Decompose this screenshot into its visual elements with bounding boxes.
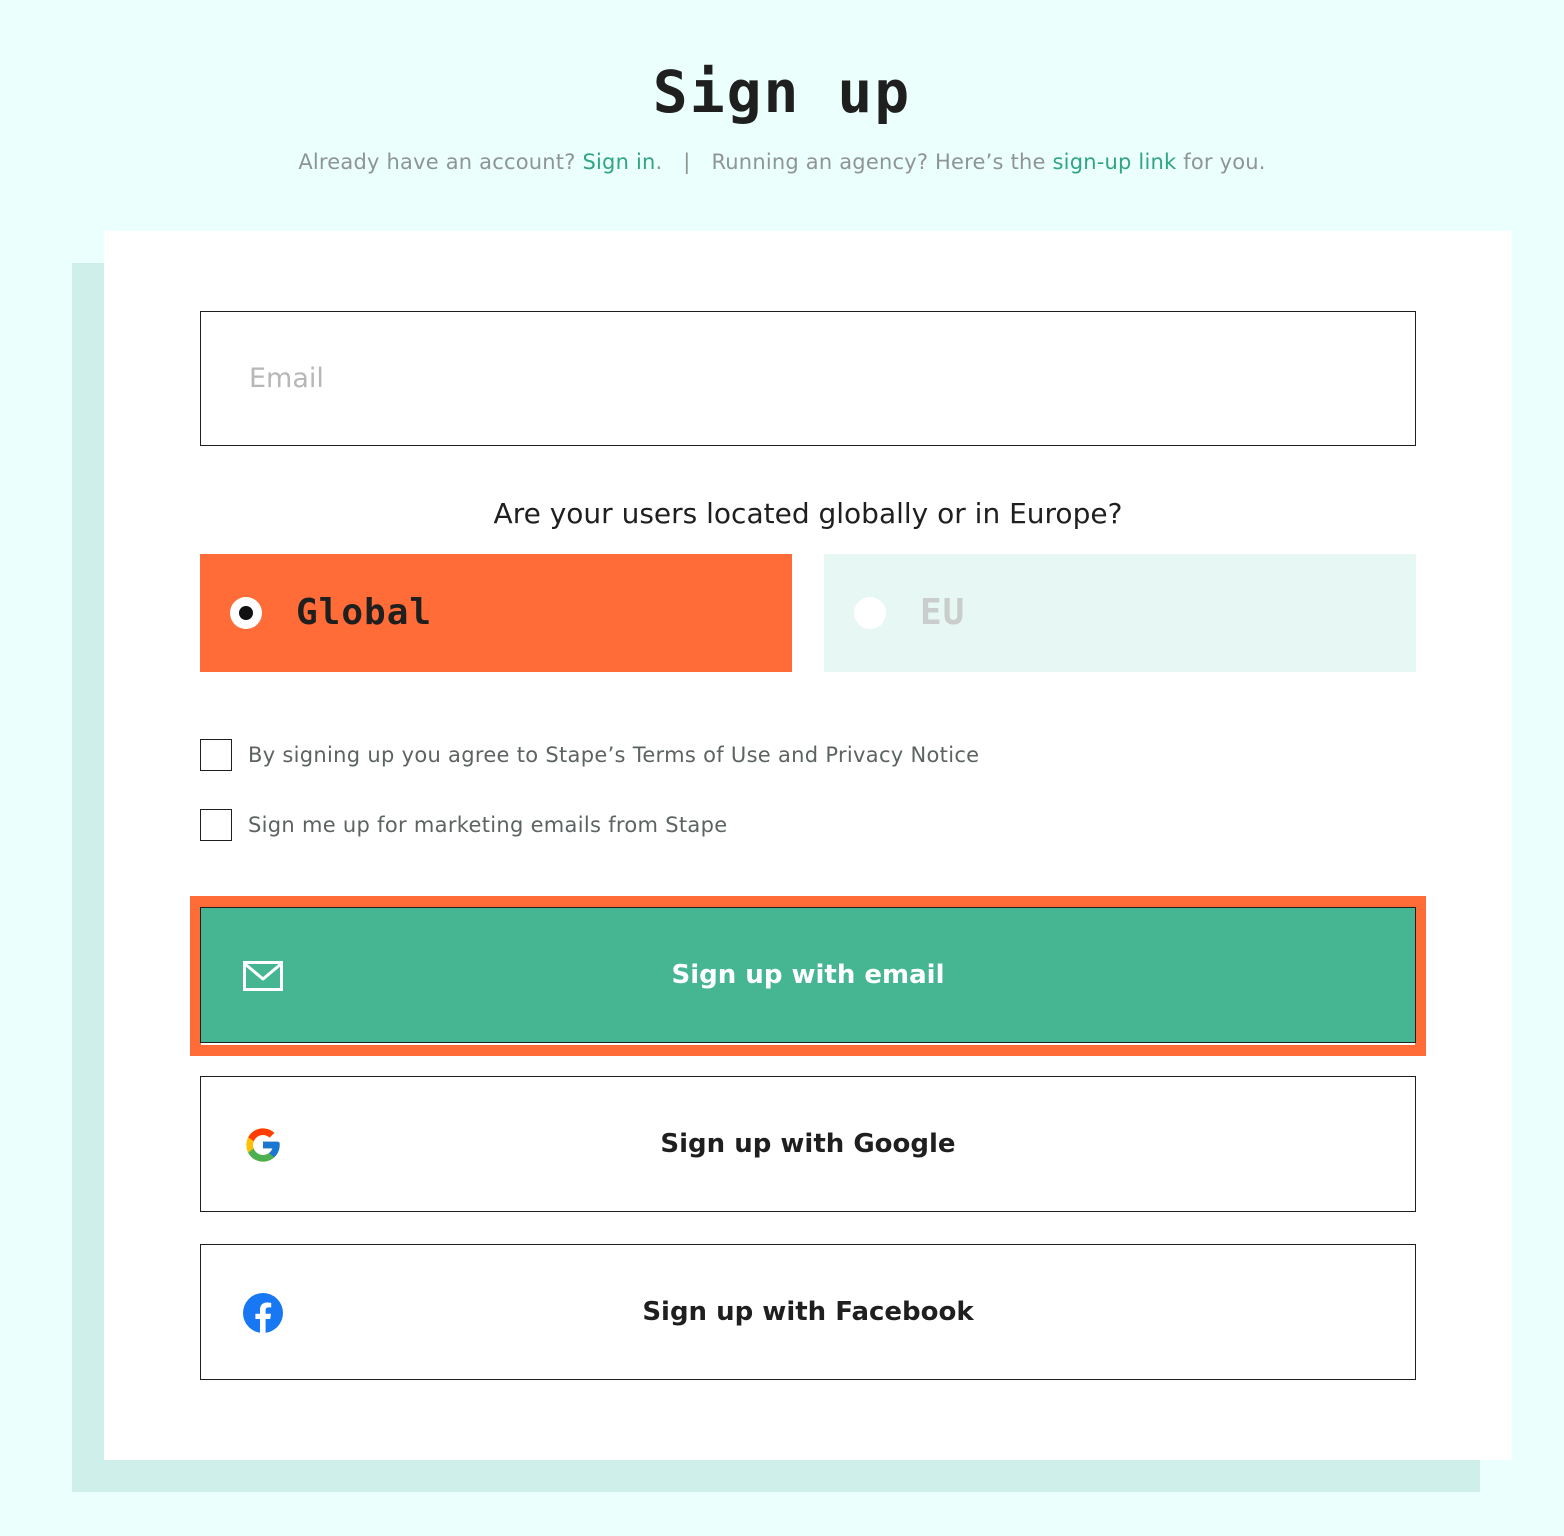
signup-with-google-label: Sign up with Google [660, 1129, 956, 1159]
terms-checkbox[interactable] [200, 739, 232, 771]
signup-with-google-button[interactable]: Sign up with Google [200, 1076, 1416, 1212]
email-field[interactable] [200, 311, 1416, 446]
email-input[interactable] [201, 312, 1415, 445]
radio-button-selected[interactable] [230, 597, 262, 629]
region-question: Are your users located globally or in Eu… [493, 497, 1123, 530]
region-label-global: Global [296, 592, 433, 633]
terms-consent-row: By signing up you agree to Stape’s Terms… [200, 738, 979, 772]
already-have-account-text: Already have an account? [298, 150, 576, 174]
signup-with-email-button[interactable]: Sign up with email [200, 907, 1416, 1043]
signup-card: Are your users located globally or in Eu… [104, 231, 1512, 1460]
subtitle-period: . [655, 150, 663, 174]
marketing-consent-label[interactable]: Sign me up for marketing emails from Sta… [248, 813, 727, 837]
agency-text: Running an agency? Here’s the [711, 150, 1046, 174]
radio-button-unselected[interactable] [854, 597, 886, 629]
signup-with-facebook-label: Sign up with Facebook [642, 1297, 974, 1327]
subtitle-separator: | [683, 150, 691, 174]
region-option-eu[interactable]: EU [824, 554, 1416, 672]
region-label-eu: EU [920, 592, 966, 633]
signup-with-facebook-button[interactable]: Sign up with Facebook [200, 1244, 1416, 1380]
sign-in-link[interactable]: Sign in [582, 150, 655, 174]
terms-consent-label[interactable]: By signing up you agree to Stape’s Terms… [248, 743, 979, 767]
radio-dot-icon [239, 606, 253, 620]
signup-with-email-label: Sign up with email [671, 960, 945, 990]
agency-signup-link[interactable]: sign-up link [1053, 150, 1177, 174]
agency-suffix-text: for you. [1183, 150, 1266, 174]
marketing-consent-row: Sign me up for marketing emails from Sta… [200, 808, 727, 842]
page-title: Sign up [652, 58, 912, 126]
region-option-global[interactable]: Global [200, 554, 792, 672]
subtitle: Already have an account? Sign in. | Runn… [0, 146, 1564, 178]
marketing-checkbox[interactable] [200, 809, 232, 841]
